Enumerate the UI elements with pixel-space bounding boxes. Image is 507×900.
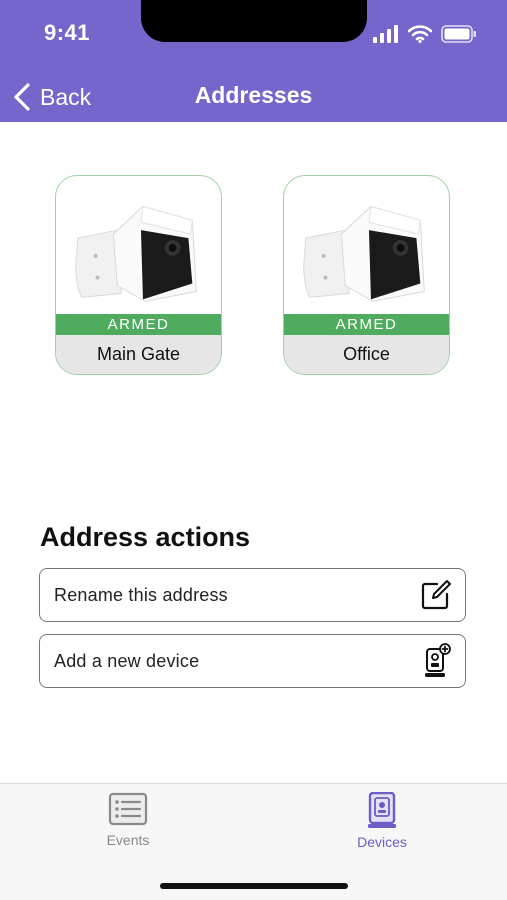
home-indicator	[160, 883, 348, 889]
tab-label: Events	[106, 832, 150, 848]
action-label: Add a new device	[54, 650, 200, 671]
signal-icon	[373, 25, 398, 43]
rename-address-button[interactable]: Rename this address	[39, 568, 466, 622]
add-device-icon	[425, 643, 451, 677]
device-name: Main Gate	[56, 335, 221, 374]
device-card-office[interactable]: ARMED Office	[283, 175, 450, 375]
add-device-button[interactable]: Add a new device	[39, 634, 466, 688]
events-list-icon	[108, 792, 148, 826]
battery-icon	[441, 25, 476, 43]
section-title: Address actions	[40, 522, 251, 552]
status-icons	[373, 24, 477, 44]
tab-events[interactable]: Events	[68, 792, 188, 856]
tab-label: Devices	[357, 834, 407, 850]
action-label: Rename this address	[54, 584, 228, 605]
wifi-icon	[408, 25, 432, 43]
device-name: Office	[284, 335, 449, 374]
page-title: Addresses	[194, 82, 313, 108]
device-card-main-gate[interactable]: ARMED Main Gate	[55, 175, 222, 375]
tab-devices[interactable]: Devices	[322, 792, 442, 856]
devices-icon	[368, 792, 396, 828]
device-status-badge: ARMED	[56, 314, 221, 335]
camera-image	[303, 205, 425, 302]
app-header: 9:41 Back Addresses	[0, 0, 507, 122]
device-status-badge: ARMED	[284, 314, 449, 335]
edit-icon	[421, 580, 451, 610]
device-notch	[141, 0, 367, 42]
status-time: 9:41	[44, 20, 91, 45]
camera-image	[75, 205, 197, 302]
